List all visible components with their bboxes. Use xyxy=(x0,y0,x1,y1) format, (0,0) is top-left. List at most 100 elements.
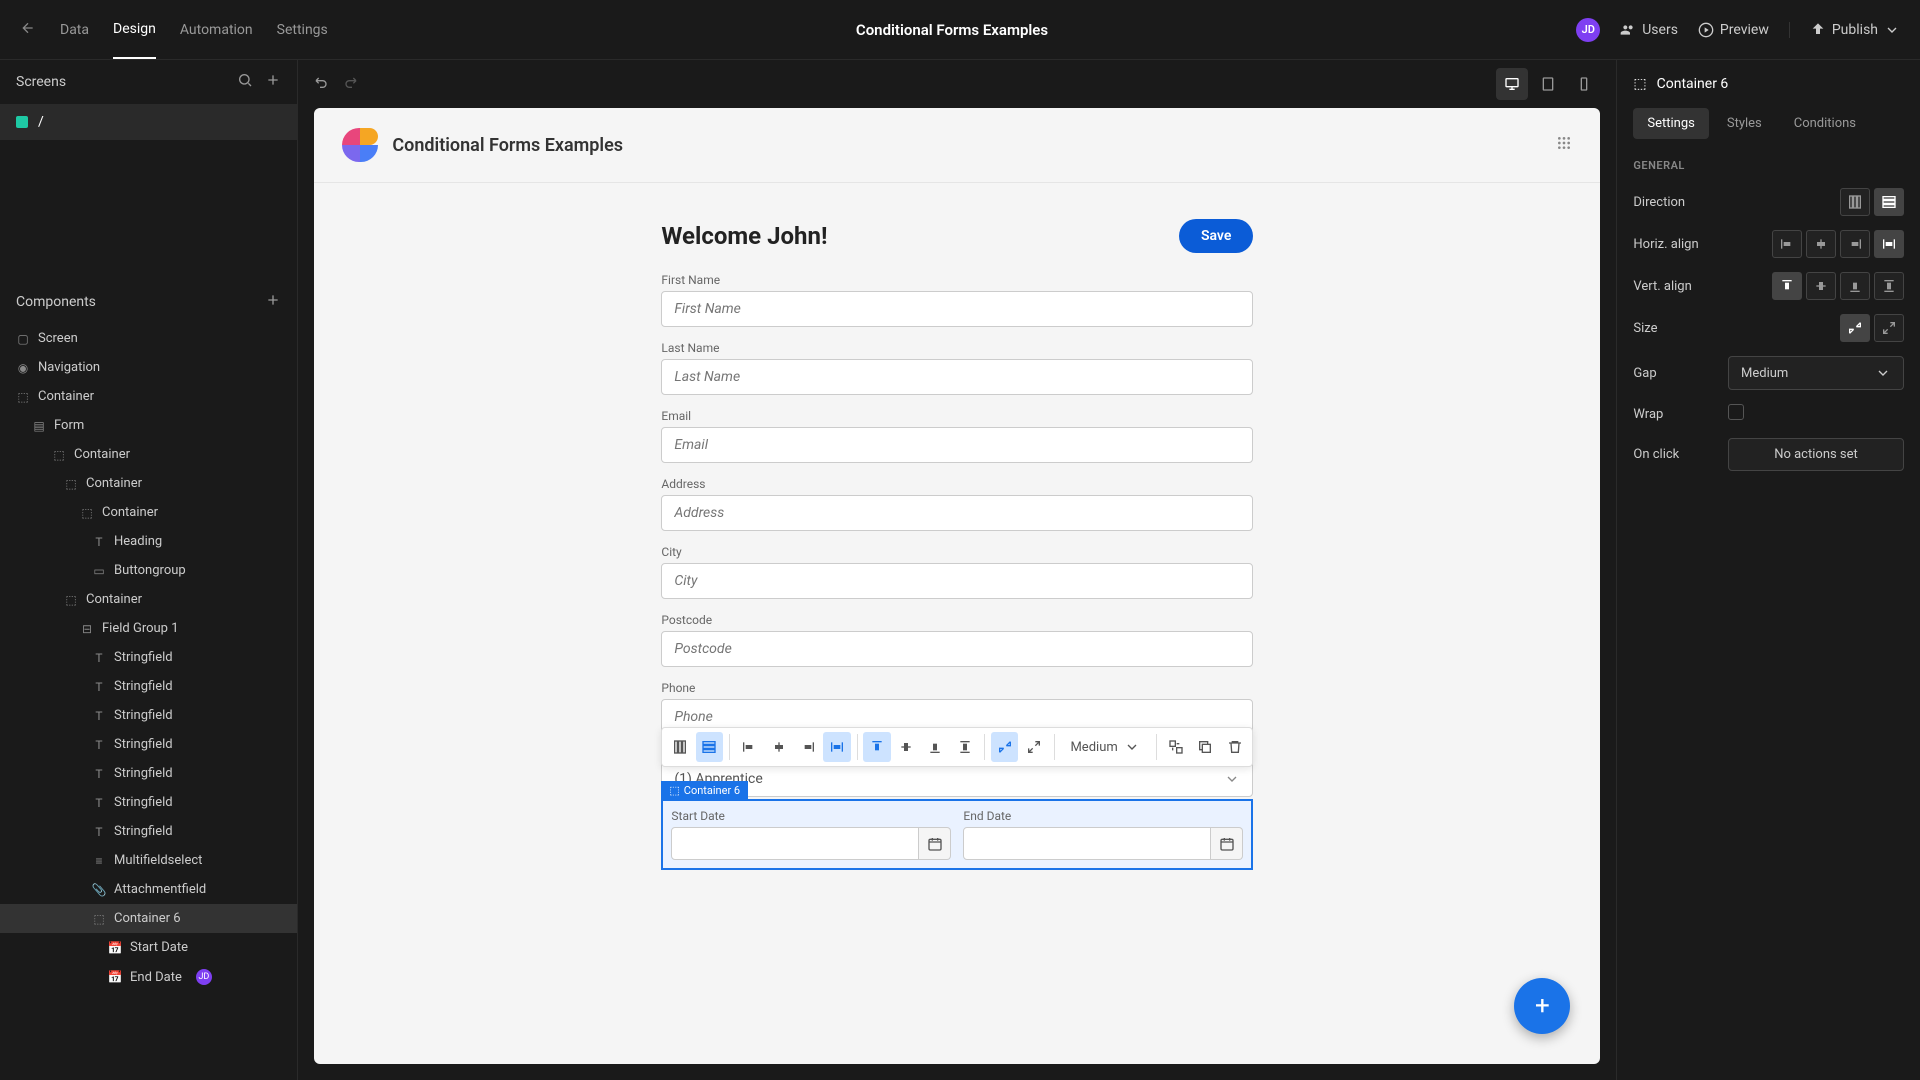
device-desktop-icon[interactable] xyxy=(1496,68,1528,100)
tree-container2[interactable]: ⬚Container xyxy=(0,440,297,469)
halign-right-icon[interactable] xyxy=(1840,230,1870,258)
nav-automation[interactable]: Automation xyxy=(180,2,253,58)
screen-item[interactable]: / xyxy=(0,104,297,140)
tab-styles[interactable]: Styles xyxy=(1713,108,1776,139)
tree-sf3[interactable]: TStringfield xyxy=(0,701,297,730)
tree-multiselect[interactable]: ≡Multifieldselect xyxy=(0,846,297,875)
halign-stretch-icon[interactable] xyxy=(823,732,850,762)
rp-halign: Horiz. align xyxy=(1633,230,1904,258)
postcode-input[interactable] xyxy=(661,631,1253,667)
search-icon[interactable] xyxy=(237,72,253,92)
halign-right-icon[interactable] xyxy=(794,732,821,762)
tree-fieldgroup[interactable]: ⊟Field Group 1 xyxy=(0,614,297,643)
halign-center-icon[interactable] xyxy=(1806,230,1836,258)
delete-icon[interactable] xyxy=(1221,732,1248,762)
tree-container4[interactable]: ⬚Container xyxy=(0,498,297,527)
email-input[interactable] xyxy=(661,427,1253,463)
enddate-calendar-icon[interactable] xyxy=(1211,827,1243,860)
tree-sf6[interactable]: TStringfield xyxy=(0,788,297,817)
tree-sf5[interactable]: TStringfield xyxy=(0,759,297,788)
nav-design[interactable]: Design xyxy=(113,1,156,59)
enddate-input[interactable] xyxy=(963,827,1211,860)
size-shrink-icon[interactable] xyxy=(991,732,1018,762)
rp-gap: Gap Medium xyxy=(1633,356,1904,390)
halign-center-icon[interactable] xyxy=(765,732,792,762)
valign-stretch-icon[interactable] xyxy=(1874,272,1904,300)
tree-navigation[interactable]: ◉Navigation xyxy=(0,353,297,382)
tree-form[interactable]: ▤Form xyxy=(0,411,297,440)
undo-icon[interactable] xyxy=(314,74,330,94)
onclick-button[interactable]: No actions set xyxy=(1728,438,1904,471)
valign-bottom-icon[interactable] xyxy=(922,732,949,762)
tree-container[interactable]: ⬚Container xyxy=(0,382,297,411)
valign-top-icon[interactable] xyxy=(1772,272,1802,300)
halign-left-icon[interactable] xyxy=(1772,230,1802,258)
tree-container6[interactable]: ⬚Container 6 xyxy=(0,904,297,933)
canvas[interactable]: Conditional Forms Examples Welcome John!… xyxy=(314,108,1600,1064)
direction-row-icon[interactable] xyxy=(1874,188,1904,216)
rp-onclick: On click No actions set xyxy=(1633,438,1904,471)
redo-icon[interactable] xyxy=(342,74,358,94)
add-screen-icon[interactable] xyxy=(265,72,281,92)
halign-left-icon[interactable] xyxy=(736,732,763,762)
container-icon: ⬚ xyxy=(16,390,30,404)
tree-sf4[interactable]: TStringfield xyxy=(0,730,297,759)
device-tablet-icon[interactable] xyxy=(1532,68,1564,100)
save-button[interactable]: Save xyxy=(1179,219,1253,253)
valign-bottom-icon[interactable] xyxy=(1840,272,1870,300)
direction-column-icon[interactable] xyxy=(1840,188,1870,216)
tree-startdate[interactable]: 📅Start Date xyxy=(0,933,297,962)
halign-stretch-icon[interactable] xyxy=(1874,230,1904,258)
tree-buttongroup[interactable]: ▭Buttongroup xyxy=(0,556,297,585)
firstname-input[interactable] xyxy=(661,291,1253,327)
separator xyxy=(857,734,858,760)
gap-select[interactable]: Medium xyxy=(1060,733,1149,761)
tree-sf1[interactable]: TStringfield xyxy=(0,643,297,672)
tree-heading[interactable]: THeading xyxy=(0,527,297,556)
valign-top-icon[interactable] xyxy=(863,732,890,762)
nav-data[interactable]: Data xyxy=(60,2,89,58)
direction-row-icon[interactable] xyxy=(696,732,723,762)
publish-button[interactable]: Publish xyxy=(1789,22,1900,38)
valign-middle-icon[interactable] xyxy=(893,732,920,762)
rp-general-section: GENERAL xyxy=(1633,159,1904,172)
city-input[interactable] xyxy=(661,563,1253,599)
duplicate-icon[interactable] xyxy=(1192,732,1219,762)
device-mobile-icon[interactable] xyxy=(1568,68,1600,100)
lastname-input[interactable] xyxy=(661,359,1253,395)
tree-attachment[interactable]: 📎Attachmentfield xyxy=(0,875,297,904)
add-child-icon[interactable] xyxy=(1163,732,1190,762)
eye-icon: ◉ xyxy=(16,361,30,375)
tab-settings[interactable]: Settings xyxy=(1633,108,1708,139)
tab-conditions[interactable]: Conditions xyxy=(1780,108,1870,139)
tree-enddate[interactable]: 📅End DateJD xyxy=(0,962,297,992)
back-arrow-icon[interactable] xyxy=(20,20,36,40)
fab-add-button[interactable]: + xyxy=(1514,978,1570,1034)
tree-container3[interactable]: ⬚Container xyxy=(0,469,297,498)
text-icon: T xyxy=(92,825,106,839)
attachment-icon: 📎 xyxy=(92,883,106,897)
tree-screen[interactable]: ▢Screen xyxy=(0,324,297,353)
wrap-checkbox[interactable] xyxy=(1728,404,1744,420)
valign-stretch-icon[interactable] xyxy=(951,732,978,762)
size-grow-icon[interactable] xyxy=(1020,732,1047,762)
startdate-calendar-icon[interactable] xyxy=(919,827,951,860)
grid-menu-icon[interactable] xyxy=(1556,135,1572,155)
gap-select[interactable]: Medium xyxy=(1728,356,1904,390)
nav-settings[interactable]: Settings xyxy=(277,2,328,58)
calendar-icon: 📅 xyxy=(108,970,122,984)
direction-column-icon[interactable] xyxy=(666,732,693,762)
size-grow-icon[interactable] xyxy=(1874,314,1904,342)
startdate-input[interactable] xyxy=(671,827,919,860)
size-shrink-icon[interactable] xyxy=(1840,314,1870,342)
address-input[interactable] xyxy=(661,495,1253,531)
tree-sf2[interactable]: TStringfield xyxy=(0,672,297,701)
tree-sf7[interactable]: TStringfield xyxy=(0,817,297,846)
avatar[interactable]: JD xyxy=(1576,18,1600,42)
preview-button[interactable]: Preview xyxy=(1698,22,1769,38)
users-button[interactable]: Users xyxy=(1620,22,1678,38)
add-component-icon[interactable] xyxy=(265,292,281,312)
selected-container6[interactable]: Start Date End Date xyxy=(661,799,1253,870)
valign-middle-icon[interactable] xyxy=(1806,272,1836,300)
tree-container5[interactable]: ⬚Container xyxy=(0,585,297,614)
